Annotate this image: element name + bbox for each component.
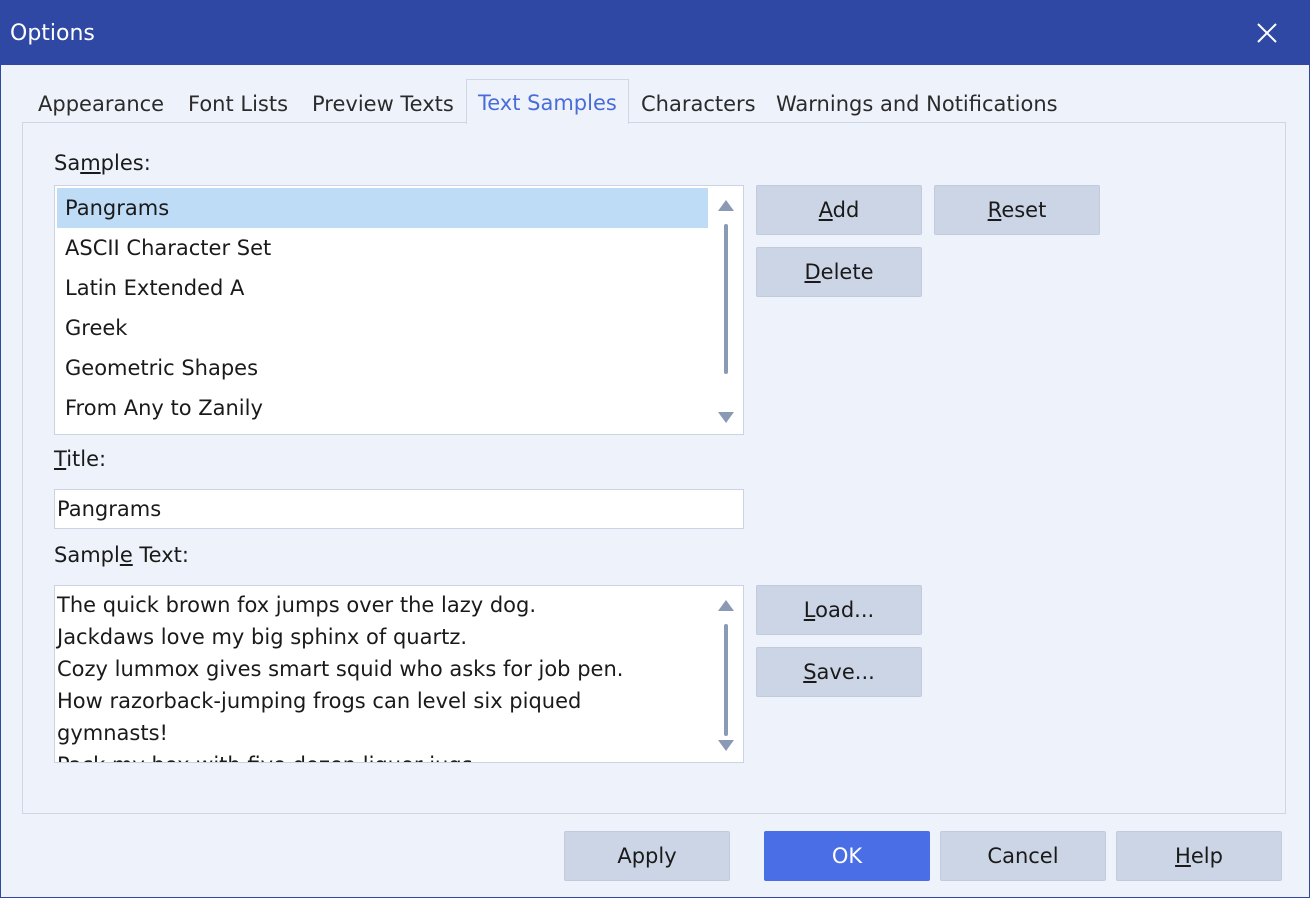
sample-text-area[interactable]: The quick brown fox jumps over the lazy … <box>54 585 744 763</box>
samples-label-text: Sa <box>54 151 81 175</box>
samples-list[interactable]: Pangrams ASCII Character Set Latin Exten… <box>54 185 744 435</box>
save-button-label: ave... <box>816 660 875 684</box>
tab-characters[interactable]: Characters <box>641 89 756 121</box>
tab-strip: Appearance Font Lists Preview Texts Text… <box>1 65 1310 124</box>
add-button-label: dd <box>832 198 860 222</box>
samples-label-mnemonic: m <box>80 151 101 175</box>
sample-text-label: Sample Text: <box>54 541 189 569</box>
save-button-mnemonic: S <box>803 660 817 684</box>
help-button-label: elp <box>1190 844 1223 868</box>
title-label-rest: itle: <box>66 447 107 471</box>
add-button[interactable]: Add <box>756 185 922 235</box>
ok-button[interactable]: OK <box>764 831 930 881</box>
scroll-up-arrow-icon[interactable] <box>718 600 734 611</box>
list-item[interactable]: ASCII Character Set <box>57 228 708 268</box>
load-button[interactable]: Load... <box>756 585 922 635</box>
samples-label: Samples: <box>54 149 151 177</box>
title-bar: Options <box>1 1 1310 65</box>
options-dialog: Options Appearance Font Lists Preview Te… <box>0 0 1310 898</box>
samples-label-rest: ples: <box>100 151 151 175</box>
tab-preview-texts[interactable]: Preview Texts <box>312 89 454 121</box>
sample-text-label-text: Sampl <box>54 543 120 567</box>
sample-text-label-mnemonic: e <box>119 543 133 567</box>
save-button[interactable]: Save... <box>756 647 922 697</box>
delete-button-label: elete <box>820 260 874 284</box>
scroll-down-arrow-icon[interactable] <box>718 740 734 751</box>
text-line: Pack my box with five dozen liquor jugs. <box>57 749 707 762</box>
sample-text-lines: The quick brown fox jumps over the lazy … <box>57 589 707 762</box>
text-line: The quick brown fox jumps over the lazy … <box>57 593 537 617</box>
text-line: How razorback-jumping frogs can level si… <box>57 689 582 713</box>
delete-button[interactable]: Delete <box>756 247 922 297</box>
tab-font-lists[interactable]: Font Lists <box>188 89 288 121</box>
tab-text-samples[interactable]: Text Samples <box>466 79 629 124</box>
tab-warnings-and-notifications[interactable]: Warnings and Notifications <box>776 89 1058 121</box>
reset-button[interactable]: Reset <box>934 185 1100 235</box>
title-label-mnemonic: T <box>54 447 67 471</box>
load-button-label: oad... <box>815 598 875 622</box>
close-icon <box>1257 23 1277 43</box>
scroll-up-arrow-icon[interactable] <box>718 200 734 211</box>
load-button-mnemonic: L <box>803 598 816 622</box>
help-button[interactable]: Help <box>1116 831 1282 881</box>
reset-button-label: eset <box>1001 198 1047 222</box>
tab-appearance[interactable]: Appearance <box>38 89 164 121</box>
list-item[interactable]: Geometric Shapes <box>57 348 708 388</box>
cancel-button[interactable]: Cancel <box>940 831 1106 881</box>
title-label: Title: <box>54 445 106 473</box>
text-line: gymnasts! <box>57 721 168 745</box>
apply-button[interactable]: Apply <box>564 831 730 881</box>
add-button-mnemonic: A <box>818 198 833 222</box>
samples-scrollbar[interactable] <box>709 186 743 434</box>
list-item[interactable]: Greek <box>57 308 708 348</box>
scroll-down-arrow-icon[interactable] <box>718 412 734 423</box>
list-item[interactable]: Pangrams <box>57 188 708 228</box>
list-item[interactable]: Latin Extended A <box>57 268 708 308</box>
scroll-thumb[interactable] <box>724 224 728 374</box>
window-title: Options <box>10 21 95 46</box>
sample-text-scrollbar[interactable] <box>709 586 743 762</box>
reset-button-mnemonic: R <box>987 198 1002 222</box>
help-button-mnemonic: H <box>1175 844 1191 868</box>
scroll-thumb[interactable] <box>724 624 728 736</box>
delete-button-mnemonic: D <box>804 260 821 284</box>
close-button[interactable] <box>1243 11 1291 55</box>
list-item[interactable]: From Any to Zanily <box>57 388 708 428</box>
text-line: Jackdaws love my big sphinx of quartz. <box>57 625 468 649</box>
sample-text-label-rest: Text: <box>132 543 189 567</box>
title-input[interactable]: Pangrams <box>54 489 744 529</box>
text-line: Cozy lummox gives smart squid who asks f… <box>57 657 624 681</box>
